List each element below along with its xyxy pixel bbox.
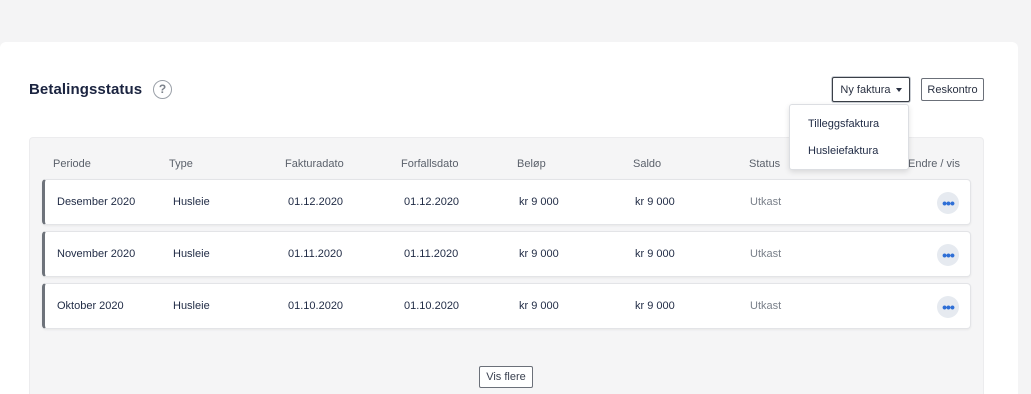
column-header-status: Status [749, 158, 781, 170]
cell-status: Utkast [750, 300, 782, 312]
column-header-belop: Beløp [517, 158, 546, 170]
more-options-icon[interactable]: ••• [937, 192, 959, 214]
menu-item-tilleggsfaktura[interactable]: Tilleggsfaktura [808, 118, 879, 130]
ledger-button[interactable]: Reskontro [921, 78, 984, 101]
cell-type: Husleie [173, 248, 210, 260]
more-options-icon[interactable]: ••• [937, 296, 959, 318]
cell-belop: kr 9 000 [519, 196, 559, 208]
cell-periode: November 2020 [57, 248, 136, 260]
cell-belop: kr 9 000 [519, 248, 559, 260]
new-invoice-button[interactable]: Ny faktura [832, 77, 910, 102]
cell-type: Husleie [173, 300, 210, 312]
column-header-saldo: Saldo [633, 158, 662, 170]
column-header-fakturadato: Fakturadato [285, 158, 344, 170]
column-header-forfallsdato: Forfallsdato [401, 158, 459, 170]
table-row[interactable]: November 2020 Husleie 01.11.2020 01.11.2… [42, 231, 971, 277]
cell-belop: kr 9 000 [519, 300, 559, 312]
new-invoice-dropdown: Tilleggsfaktura Husleiefaktura [789, 104, 909, 170]
cell-fakturadato: 01.11.2020 [288, 248, 343, 260]
table-row[interactable]: Desember 2020 Husleie 01.12.2020 01.12.2… [42, 179, 971, 225]
cell-fakturadato: 01.12.2020 [288, 196, 344, 208]
cell-forfallsdato: 01.10.2020 [404, 300, 460, 312]
more-options-icon[interactable]: ••• [937, 244, 959, 266]
cell-periode: Desember 2020 [57, 196, 136, 208]
cell-saldo: kr 9 000 [635, 248, 675, 260]
question-circle-icon[interactable]: ? [153, 80, 172, 99]
column-header-type: Type [169, 158, 193, 170]
new-invoice-label: Ny faktura [840, 83, 891, 96]
cell-status: Utkast [750, 196, 782, 208]
cell-forfallsdato: 01.12.2020 [404, 196, 460, 208]
cell-fakturadato: 01.10.2020 [288, 300, 344, 312]
cell-type: Husleie [173, 196, 210, 208]
cell-status: Utkast [750, 248, 782, 260]
page-title: Betalingsstatus [29, 81, 143, 98]
column-header-periode: Periode [53, 158, 91, 170]
caret-down-icon [895, 87, 902, 92]
table-row[interactable]: Oktober 2020 Husleie 01.10.2020 01.10.20… [42, 283, 971, 329]
show-more-button[interactable]: Vis flere [479, 366, 533, 388]
cell-saldo: kr 9 000 [635, 300, 675, 312]
menu-item-husleiefaktura[interactable]: Husleiefaktura [808, 145, 878, 157]
column-header-endre-vis: Endre / vis [908, 158, 960, 170]
cell-periode: Oktober 2020 [57, 300, 124, 312]
cell-saldo: kr 9 000 [635, 196, 675, 208]
cell-forfallsdato: 01.11.2020 [404, 248, 459, 260]
